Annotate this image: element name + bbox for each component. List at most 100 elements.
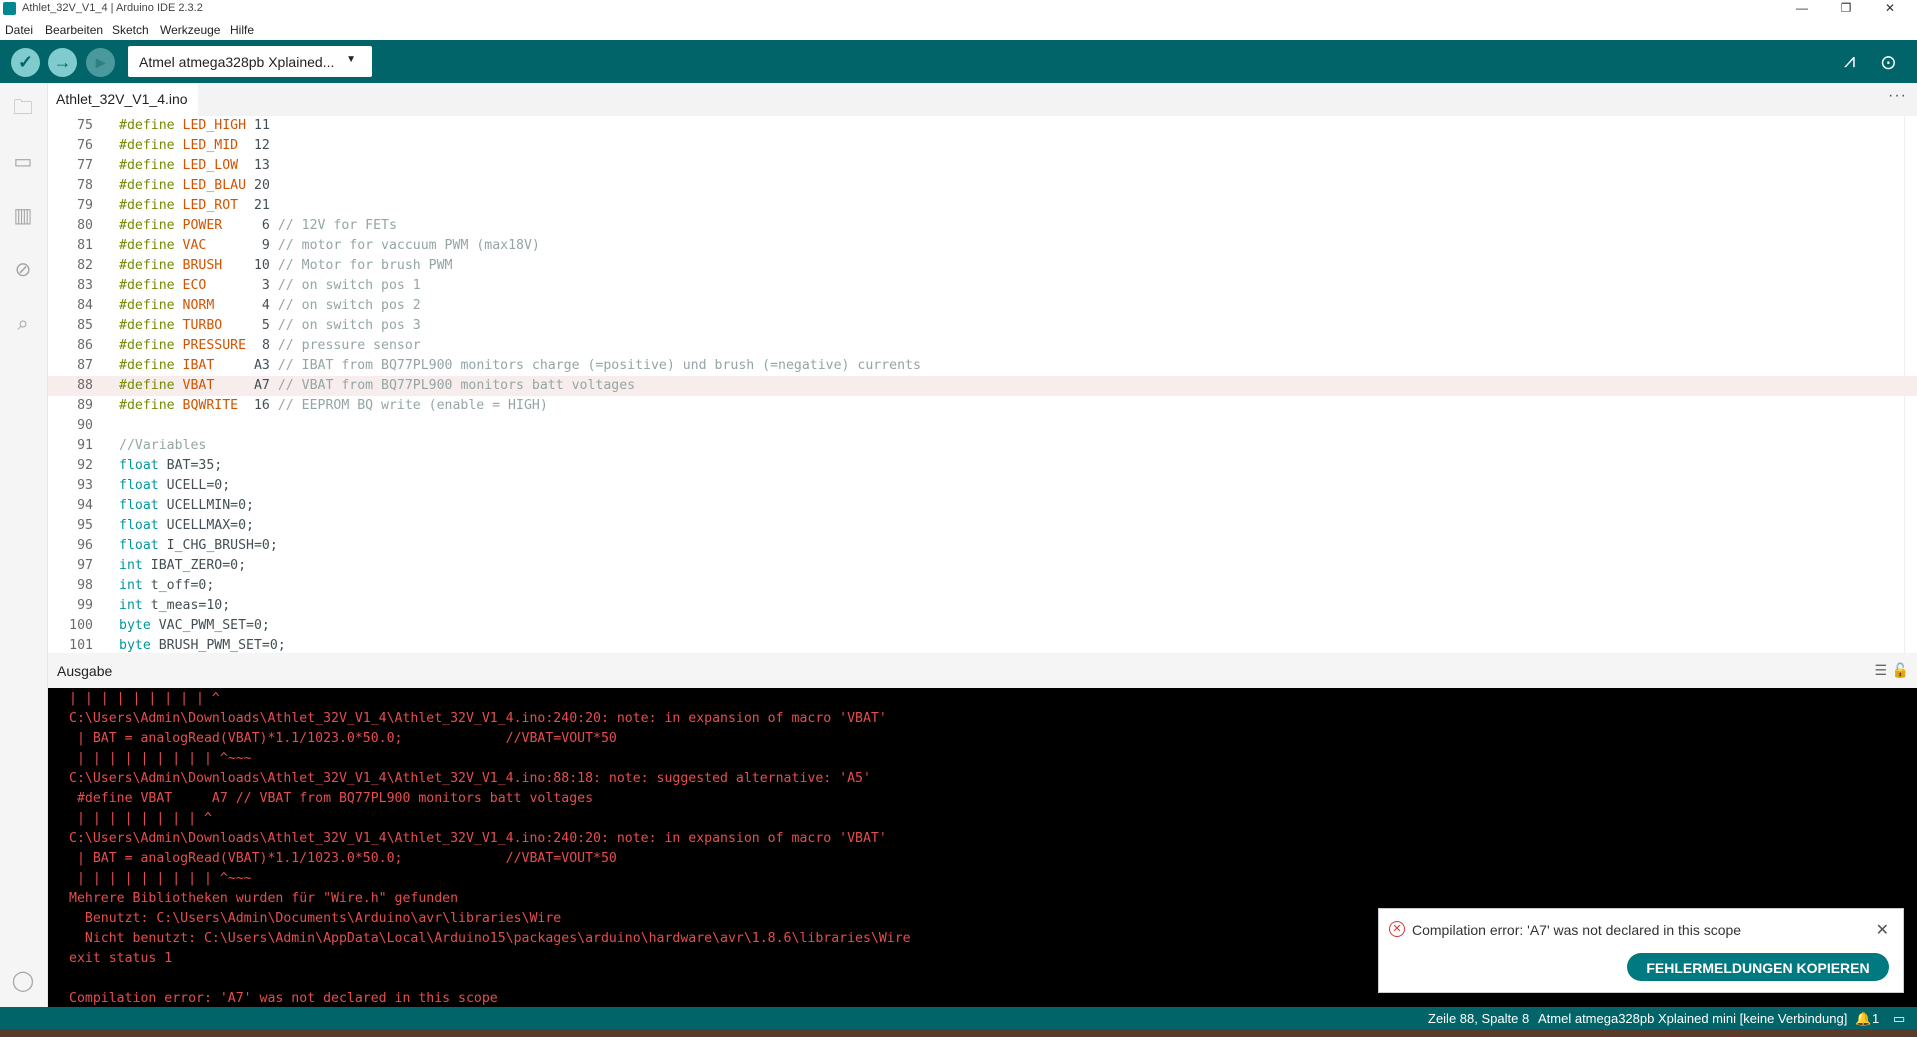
code-token: float (119, 518, 159, 533)
code-line[interactable]: 75 #define LED_HIGH 11 (48, 116, 1917, 136)
code-line[interactable]: 95 float UCELLMAX=0; (48, 516, 1917, 536)
line-number: 76 (77, 138, 93, 153)
code-token: LED_LOW (182, 158, 239, 173)
menu-sketch[interactable]: Sketch (112, 23, 149, 37)
serial-plotter-icon[interactable]: ⩘ (1844, 50, 1855, 73)
code-line[interactable]: 89 #define BQWRITE 16 // EEPROM BQ write … (48, 396, 1917, 416)
code-line[interactable]: 92 float BAT=35; (48, 456, 1917, 476)
code-token: // Motor for brush PWM (277, 258, 453, 273)
search-icon[interactable]: ⌕ (10, 311, 36, 337)
code-token: #define (119, 338, 183, 353)
menu-werkzeuge[interactable]: Werkzeuge (160, 23, 220, 37)
tab-sketch[interactable]: Athlet_32V_V1_4.ino (48, 83, 198, 116)
taskbar-strip (0, 1029, 1917, 1037)
line-number: 91 (77, 438, 93, 453)
profile-icon[interactable]: ◯ (10, 968, 36, 994)
code-line[interactable]: 97 int IBAT_ZERO=0; (48, 556, 1917, 576)
line-number: 83 (77, 278, 93, 293)
code-token: #define (119, 158, 183, 173)
output-header: Ausgabe ☰ 🔓 (48, 653, 1917, 688)
line-number: 78 (77, 178, 93, 193)
code-line[interactable]: 84 #define NORM 4 // on switch pos 2 (48, 296, 1917, 316)
code-token: 3 (206, 278, 278, 293)
line-number: 79 (77, 198, 93, 213)
maximize-button[interactable]: ❐ (1824, 0, 1868, 17)
library-manager-icon[interactable]: ▥ (10, 203, 36, 229)
code-line[interactable]: 85 #define TURBO 5 // on switch pos 3 (48, 316, 1917, 336)
status-bar: Zeile 88, Spalte 8 Atmel atmega328pb Xpl… (0, 1007, 1917, 1029)
menu-hilfe[interactable]: Hilfe (230, 23, 254, 37)
code-token: ECO (182, 278, 207, 293)
code-line[interactable]: 76 #define LED_MID 12 (48, 136, 1917, 156)
console-line: Benutzt: C:\Users\Admin\Documents\Arduin… (69, 911, 562, 926)
status-board[interactable]: Atmel atmega328pb Xplained mini [keine V… (1538, 1011, 1847, 1026)
window-title: Athlet_32V_V1_4 | Arduino IDE 2.3.2 (22, 2, 203, 14)
menu-bearbeiten[interactable]: Bearbeiten (45, 23, 103, 37)
lock-icon[interactable]: 🔓 (1892, 662, 1909, 679)
line-code: #define IBAT A3 // IBAT from BQ77PL900 m… (119, 356, 921, 376)
code-token: NORM (182, 298, 215, 313)
line-code: float UCELLMIN=0; (119, 496, 254, 516)
copy-errors-button[interactable]: FEHLERMELDUNGEN KOPIEREN (1627, 953, 1889, 981)
code-token: 8 (246, 338, 278, 353)
close-button[interactable]: ✕ (1868, 0, 1912, 17)
code-token: 4 (214, 298, 278, 313)
line-code: #define LED_LOW 13 (119, 156, 270, 176)
code-line[interactable]: 94 float UCELLMIN=0; (48, 496, 1917, 516)
code-token: float (119, 538, 159, 553)
line-code: #define LED_ROT 21 (119, 196, 270, 216)
code-token: 10 (222, 258, 278, 273)
debug-panel-icon[interactable]: ⊘ (10, 257, 36, 283)
verify-button[interactable]: ✓ (11, 48, 40, 77)
code-line[interactable]: 90 (48, 416, 1917, 436)
code-token: UCELL=0; (158, 478, 231, 493)
code-line[interactable]: 93 float UCELL=0; (48, 476, 1917, 496)
code-line[interactable]: 91 //Variables (48, 436, 1917, 456)
code-token: #define (119, 118, 183, 133)
code-token: #define (119, 218, 183, 233)
notification-count: 1 (1872, 1011, 1880, 1026)
code-editor[interactable]: 75 #define LED_HIGH 11 76 #define LED_MID 1… (48, 116, 1917, 653)
code-token: LED_BLAU (182, 178, 247, 193)
code-line[interactable]: 87 #define IBAT A3 // IBAT from BQ77PL900… (48, 356, 1917, 376)
code-token: IBAT (182, 358, 215, 373)
line-code: #define VBAT A7 // VBAT from BQ77PL900 m… (119, 376, 635, 396)
code-token: VAC_PWM_SET=0; (150, 618, 270, 633)
code-token: // motor for vaccuum PWM (max18V) (277, 238, 540, 253)
board-selector[interactable]: Atmel atmega328pb Xplained... ▼ (128, 46, 372, 77)
debug-button[interactable]: ▸ (86, 48, 115, 77)
code-token: #define (119, 198, 183, 213)
code-line[interactable]: 96 float I_CHG_BRUSH=0; (48, 536, 1917, 556)
code-token: float (119, 478, 159, 493)
minimize-button[interactable]: — (1780, 0, 1824, 17)
sketchbook-icon[interactable]: 🗀 (10, 95, 36, 121)
code-line[interactable]: 80 #define POWER 6 // 12V for FETs (48, 216, 1917, 236)
code-line[interactable]: 79 #define LED_ROT 21 (48, 196, 1917, 216)
code-line[interactable]: 88 #define VBAT A7 // VBAT from BQ77PL900… (48, 376, 1917, 396)
more-icon[interactable]: ··· (1888, 87, 1907, 105)
boards-manager-icon[interactable]: ▭ (10, 149, 36, 175)
code-token: // IBAT from BQ77PL900 monitors charge (… (277, 358, 921, 373)
toggle-output-icon[interactable]: ▭ (1893, 1011, 1905, 1027)
code-line[interactable]: 98 int t_off=0; (48, 576, 1917, 596)
code-token: UCELLMIN=0; (158, 498, 254, 513)
code-line[interactable]: 100 byte VAC_PWM_SET=0; (48, 616, 1917, 636)
upload-button[interactable]: → (48, 48, 77, 77)
code-token: BQWRITE (182, 398, 239, 413)
clear-output-icon[interactable]: ☰ (1874, 662, 1887, 679)
code-token: TURBO (182, 318, 223, 333)
line-code: float UCELLMAX=0; (119, 516, 254, 536)
code-line[interactable]: 82 #define BRUSH 10 // Motor for brush PW… (48, 256, 1917, 276)
menu-datei[interactable]: Datei (5, 23, 33, 37)
code-token: #define (119, 278, 183, 293)
code-line[interactable]: 99 int t_meas=10; (48, 596, 1917, 616)
code-line[interactable]: 78 #define LED_BLAU 20 (48, 176, 1917, 196)
code-token: 16 (238, 398, 278, 413)
code-line[interactable]: 81 #define VAC 9 // motor for vaccuum PWM… (48, 236, 1917, 256)
notification-bell-icon[interactable]: 🔔 (1855, 1011, 1871, 1027)
code-line[interactable]: 77 #define LED_LOW 13 (48, 156, 1917, 176)
code-line[interactable]: 86 #define PRESSURE 8 // pressure sensor (48, 336, 1917, 356)
close-notification-icon[interactable]: ✕ (1876, 920, 1889, 940)
serial-monitor-icon[interactable]: ⊙ (1880, 50, 1897, 75)
code-line[interactable]: 83 #define ECO 3 // on switch pos 1 (48, 276, 1917, 296)
